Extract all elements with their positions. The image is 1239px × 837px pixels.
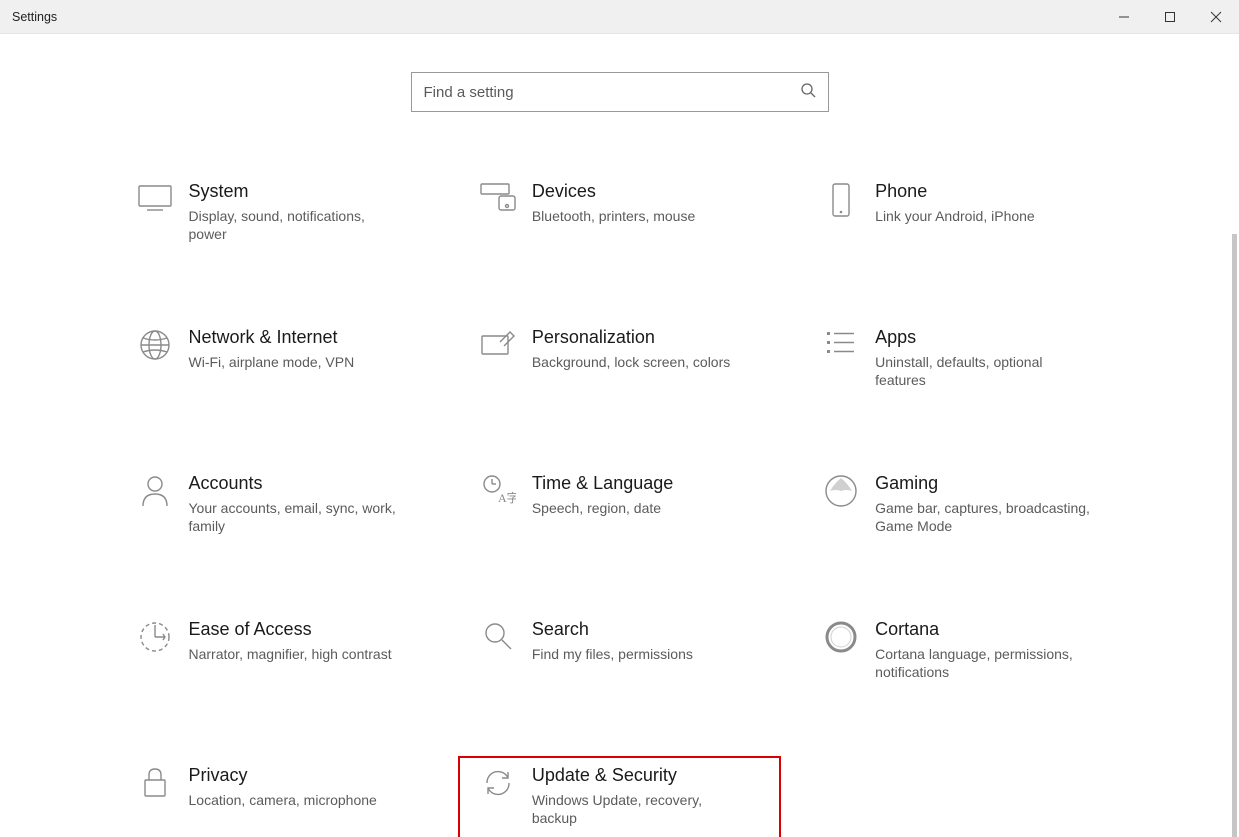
tile-desc: Display, sound, notifications, power bbox=[189, 207, 405, 245]
tile-desc: Wi-Fi, airplane mode, VPN bbox=[189, 353, 355, 372]
tile-title: Apps bbox=[875, 326, 1091, 349]
tile-desc: Game bar, captures, broadcasting, Game M… bbox=[875, 499, 1091, 537]
minimize-button[interactable] bbox=[1101, 0, 1147, 33]
scrollbar[interactable] bbox=[1232, 234, 1237, 837]
tile-cortana[interactable]: Cortana Cortana language, permissions, n… bbox=[801, 610, 1124, 696]
tile-title: System bbox=[189, 180, 405, 203]
tile-desc: Bluetooth, printers, mouse bbox=[532, 207, 695, 226]
personalization-icon bbox=[468, 326, 528, 358]
search-wrap: Find a setting bbox=[0, 34, 1239, 172]
tile-desc: Windows Update, recovery, backup bbox=[532, 791, 748, 829]
search-input[interactable]: Find a setting bbox=[411, 72, 829, 112]
globe-icon bbox=[125, 326, 185, 362]
tile-title: Network & Internet bbox=[189, 326, 355, 349]
system-icon bbox=[125, 180, 185, 212]
tile-desc: Narrator, magnifier, high contrast bbox=[189, 645, 392, 664]
tile-apps[interactable]: Apps Uninstall, defaults, optional featu… bbox=[801, 318, 1124, 404]
phone-icon bbox=[811, 180, 871, 218]
tile-title: Gaming bbox=[875, 472, 1091, 495]
tile-desc: Your accounts, email, sync, work, family bbox=[189, 499, 405, 537]
person-icon bbox=[125, 472, 185, 508]
search-placeholder: Find a setting bbox=[424, 84, 798, 101]
tile-desc: Find my files, permissions bbox=[532, 645, 693, 664]
tile-personalization[interactable]: Personalization Background, lock screen,… bbox=[458, 318, 781, 404]
tile-update-security[interactable]: Update & Security Windows Update, recove… bbox=[458, 756, 781, 837]
ease-of-access-icon bbox=[125, 618, 185, 654]
tile-accounts[interactable]: Accounts Your accounts, email, sync, wor… bbox=[115, 464, 438, 550]
tile-title: Cortana bbox=[875, 618, 1091, 641]
tile-title: Ease of Access bbox=[189, 618, 392, 641]
tile-desc: Background, lock screen, colors bbox=[532, 353, 730, 372]
maximize-button[interactable] bbox=[1147, 0, 1193, 33]
magnifier-icon bbox=[468, 618, 528, 652]
gaming-icon bbox=[811, 472, 871, 508]
tile-title: Devices bbox=[532, 180, 695, 203]
tile-gaming[interactable]: Gaming Game bar, captures, broadcasting,… bbox=[801, 464, 1124, 550]
svg-text:A字: A字 bbox=[498, 490, 516, 505]
tile-desc: Location, camera, microphone bbox=[189, 791, 377, 810]
tile-phone[interactable]: Phone Link your Android, iPhone bbox=[801, 172, 1124, 258]
tile-network[interactable]: Network & Internet Wi-Fi, airplane mode,… bbox=[115, 318, 438, 404]
tile-title: Update & Security bbox=[532, 764, 748, 787]
tile-desc: Link your Android, iPhone bbox=[875, 207, 1035, 226]
tile-title: Privacy bbox=[189, 764, 377, 787]
window-title: Settings bbox=[12, 10, 57, 24]
cortana-icon bbox=[811, 618, 871, 654]
lock-icon bbox=[125, 764, 185, 800]
tile-title: Time & Language bbox=[532, 472, 673, 495]
tile-time-language[interactable]: A字 Time & Language Speech, region, date bbox=[458, 464, 781, 550]
tile-search[interactable]: Search Find my files, permissions bbox=[458, 610, 781, 696]
window-controls bbox=[1101, 0, 1239, 33]
close-button[interactable] bbox=[1193, 0, 1239, 33]
tile-title: Accounts bbox=[189, 472, 405, 495]
titlebar: Settings bbox=[0, 0, 1239, 34]
tile-privacy[interactable]: Privacy Location, camera, microphone bbox=[115, 756, 438, 837]
tile-desc: Cortana language, permissions, notificat… bbox=[875, 645, 1091, 683]
tile-desc: Speech, region, date bbox=[532, 499, 673, 518]
tile-devices[interactable]: Devices Bluetooth, printers, mouse bbox=[458, 172, 781, 258]
tile-title: Personalization bbox=[532, 326, 730, 349]
apps-icon bbox=[811, 326, 871, 358]
devices-icon bbox=[468, 180, 528, 214]
update-icon bbox=[468, 764, 528, 800]
tile-title: Search bbox=[532, 618, 693, 641]
tile-ease-of-access[interactable]: Ease of Access Narrator, magnifier, high… bbox=[115, 610, 438, 696]
search-icon bbox=[798, 82, 818, 102]
tile-system[interactable]: System Display, sound, notifications, po… bbox=[115, 172, 438, 258]
time-language-icon: A字 bbox=[468, 472, 528, 506]
tile-desc: Uninstall, defaults, optional features bbox=[875, 353, 1091, 391]
tile-title: Phone bbox=[875, 180, 1035, 203]
content-area: Find a setting System Display, sound, no… bbox=[0, 34, 1239, 837]
settings-grid: System Display, sound, notifications, po… bbox=[115, 172, 1125, 837]
